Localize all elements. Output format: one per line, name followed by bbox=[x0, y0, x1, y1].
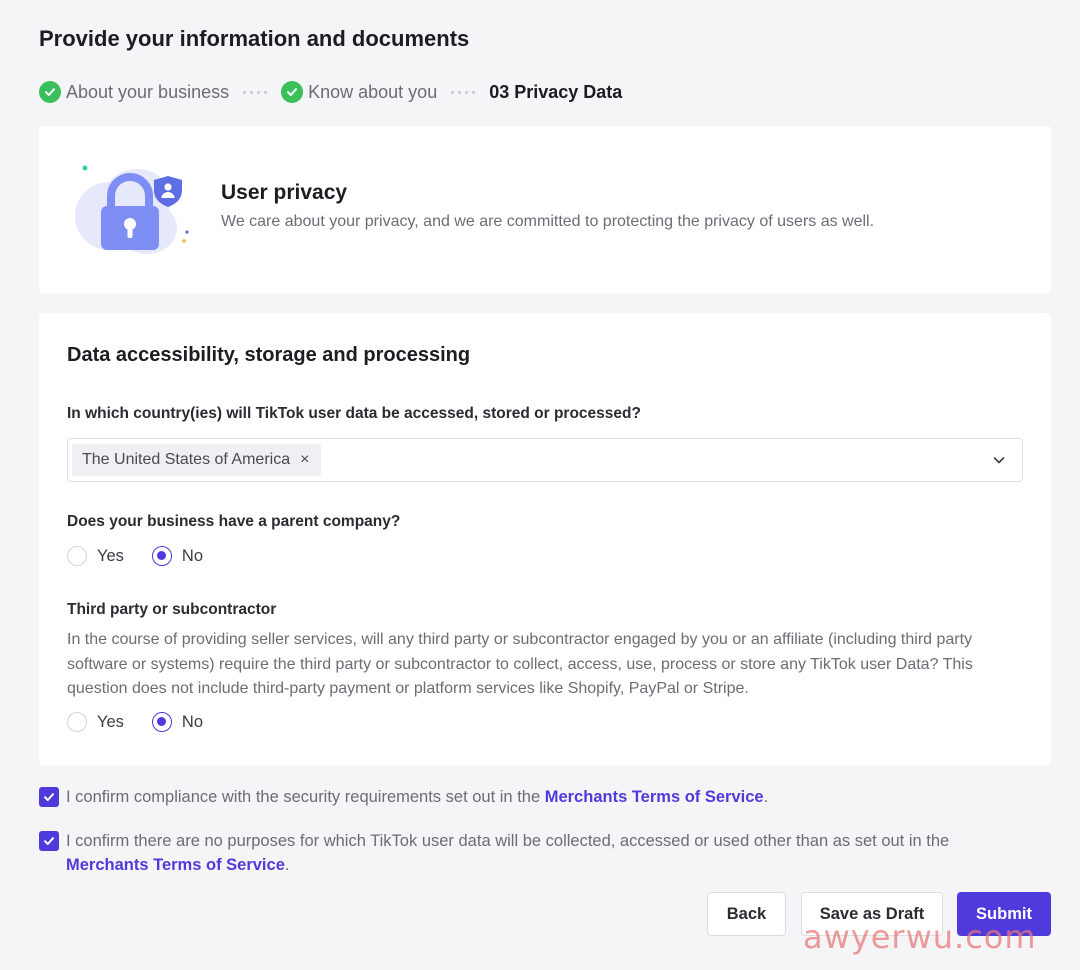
step-separator bbox=[451, 90, 476, 94]
step-label: About your business bbox=[66, 81, 230, 102]
selected-country-tag: The United States of America × bbox=[72, 444, 322, 476]
confirm-security-compliance: I confirm compliance with the security r… bbox=[39, 785, 999, 809]
page-title: Provide your information and documents bbox=[39, 26, 470, 51]
third-party-title: Third party or subcontractor bbox=[67, 601, 277, 618]
step-privacy-data: 03 Privacy Data bbox=[489, 82, 622, 103]
country-question-label: In which country(ies) will TikTok user d… bbox=[67, 405, 641, 422]
data-purpose-checkbox[interactable] bbox=[39, 831, 59, 851]
confirm-text: I confirm there are no purposes for whic… bbox=[66, 829, 999, 877]
parent-company-question-label: Does your business have a parent company… bbox=[67, 513, 401, 530]
privacy-lock-illustration bbox=[75, 165, 189, 254]
third-party-yes-radio[interactable]: Yes bbox=[67, 712, 124, 732]
data-processing-card: Data accessibility, storage and processi… bbox=[39, 313, 1051, 765]
step-separator bbox=[243, 90, 268, 94]
third-party-description: In the course of providing seller servic… bbox=[67, 631, 973, 697]
radio-label: Yes bbox=[97, 546, 124, 565]
radio-label: Yes bbox=[97, 712, 124, 731]
back-button[interactable]: Back bbox=[707, 892, 786, 936]
section-title: Data accessibility, storage and processi… bbox=[67, 344, 471, 366]
radio-circle-selected[interactable] bbox=[151, 712, 172, 732]
remove-tag-icon[interactable]: × bbox=[300, 451, 309, 469]
watermark: awyerwu.com bbox=[803, 918, 1037, 956]
security-compliance-checkbox[interactable] bbox=[39, 787, 59, 807]
radio-label: No bbox=[181, 546, 204, 565]
check-circle-icon bbox=[281, 81, 304, 103]
confirm-data-purpose: I confirm there are no purposes for whic… bbox=[39, 829, 999, 877]
confirm-text-body: I confirm there are no purposes for whic… bbox=[66, 832, 950, 850]
radio-label: No bbox=[181, 712, 204, 731]
privacy-title: User privacy bbox=[221, 181, 348, 204]
parent-company-no-radio[interactable]: No bbox=[151, 546, 204, 566]
progress-steps: About your business Know about you 03 Pr… bbox=[39, 79, 622, 105]
chevron-down-icon[interactable] bbox=[992, 453, 1006, 467]
confirm-text: I confirm compliance with the security r… bbox=[66, 785, 768, 809]
confirm-text-suffix: . bbox=[284, 856, 290, 874]
confirm-text-body: I confirm compliance with the security r… bbox=[66, 788, 545, 806]
third-party-no-radio[interactable]: No bbox=[151, 712, 204, 732]
country-tag-label: The United States of America bbox=[82, 451, 291, 468]
check-circle-icon bbox=[39, 81, 61, 103]
radio-circle-selected[interactable] bbox=[151, 546, 172, 566]
parent-company-radio-group: Yes No bbox=[67, 546, 231, 566]
third-party-radio-group: Yes No bbox=[67, 712, 231, 732]
step-know-about-you[interactable]: Know about you bbox=[281, 81, 437, 103]
parent-company-yes-radio[interactable]: Yes bbox=[67, 546, 124, 566]
country-select[interactable]: The United States of America × bbox=[67, 438, 1023, 482]
step-about-business[interactable]: About your business bbox=[39, 81, 229, 103]
confirm-text-suffix: . bbox=[763, 788, 769, 806]
merchants-terms-link[interactable]: Merchants Terms of Service bbox=[545, 788, 764, 806]
merchants-terms-link[interactable]: Merchants Terms of Service bbox=[66, 856, 285, 874]
checkmark-icon bbox=[44, 793, 54, 801]
step-label: Know about you bbox=[308, 81, 438, 102]
checkmark-icon bbox=[44, 837, 54, 845]
step-label: 03 Privacy Data bbox=[489, 81, 623, 102]
user-privacy-card: User privacy We care about your privacy,… bbox=[39, 126, 1051, 293]
radio-circle[interactable] bbox=[67, 712, 87, 732]
privacy-description: We care about your privacy, and we are c… bbox=[221, 213, 875, 230]
radio-circle[interactable] bbox=[67, 546, 87, 566]
